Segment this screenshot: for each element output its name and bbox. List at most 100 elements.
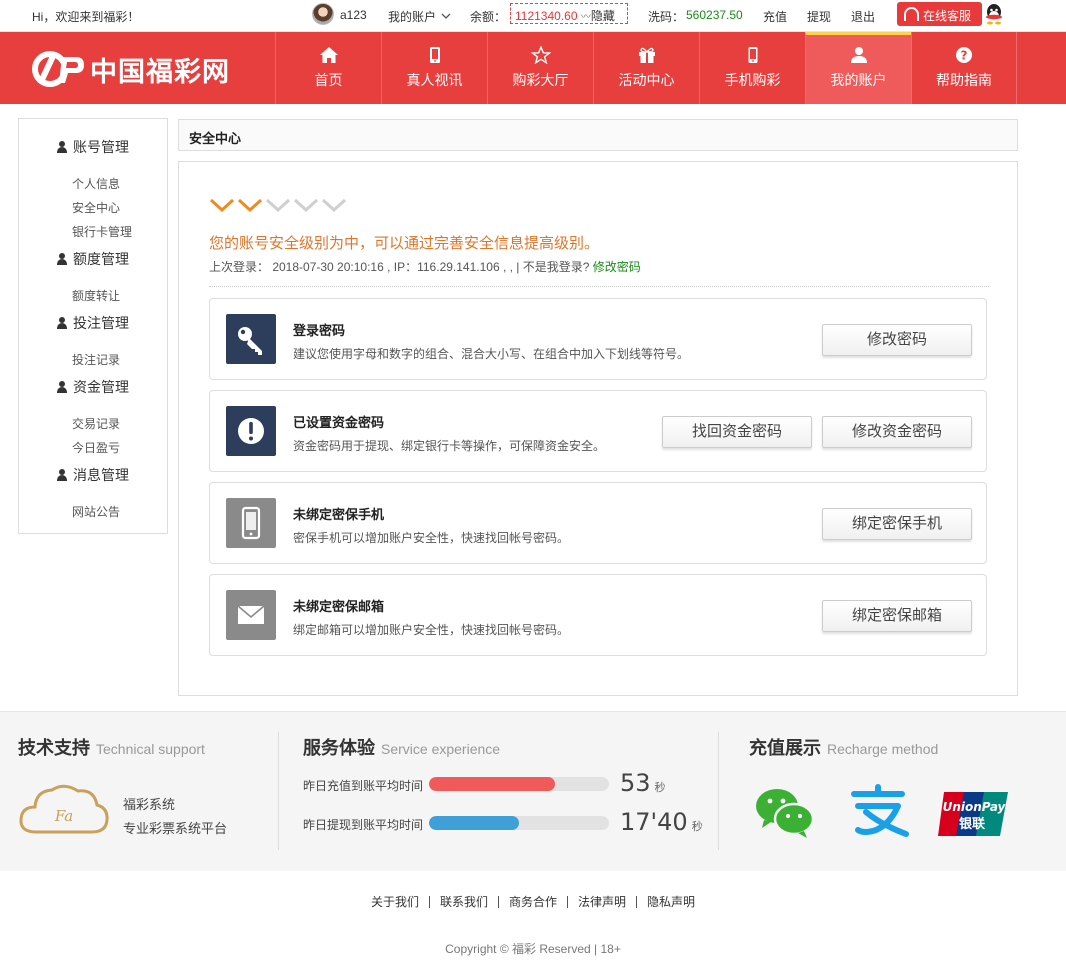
change-password-link[interactable]: 修改密码: [593, 260, 641, 274]
recharge-time-fill: [429, 777, 555, 791]
sidebar-group-label: 额度管理: [73, 251, 129, 267]
sidebar-item-today-pnl[interactable]: 今日盈亏: [72, 439, 120, 456]
help-icon: ?: [956, 47, 972, 63]
logo-text: 中国福彩网: [90, 56, 230, 88]
sidebar-group-account[interactable]: 账号管理: [57, 137, 129, 157]
bind-security-email-button[interactable]: 绑定密保邮箱: [822, 600, 972, 632]
service-title: 服务体验 Service experience: [303, 734, 500, 760]
gift-icon: [638, 47, 655, 63]
security-panel: 您的账号安全级别为中，可以通过完善安全信息提高级别。 上次登录： 2018-07…: [178, 161, 1018, 696]
security-level-text: 您的账号安全级别为中，可以通过完善安全信息提高级别。: [209, 235, 600, 252]
divider: [718, 732, 719, 850]
sidebar-item-announcements[interactable]: 网站公告: [72, 503, 120, 520]
sidebar-item-personal-info[interactable]: 个人信息: [72, 175, 120, 192]
tech-support-title: 技术支持 Technical support: [18, 734, 205, 760]
nav-mobile-lottery[interactable]: 手机购彩: [699, 32, 805, 104]
user-icon: [57, 141, 67, 153]
service-heading: 服务体验: [303, 738, 375, 758]
footer-link-legal[interactable]: 法律声明: [568, 896, 638, 908]
my-account-label: 我的账户: [388, 10, 437, 24]
sidebar-item-quota-transfer[interactable]: 额度转让: [72, 287, 120, 304]
recharge-methods-heading: 充值展示: [749, 738, 821, 758]
footer-info-band: 技术支持 Technical support Fa 福彩系统 专业彩票系统平台 服…: [0, 711, 1066, 871]
login-password-card: 登录密码 建议您使用字母和数字的组合、混合大小写、在组合中加入下划线等符号。 修…: [209, 298, 987, 380]
sidebar-group-messages[interactable]: 消息管理: [57, 465, 129, 485]
withdraw-time-fill: [429, 816, 519, 830]
sidebar-item-transactions[interactable]: 交易记录: [72, 415, 120, 432]
tablet-icon: [429, 47, 440, 63]
avatar[interactable]: [312, 3, 334, 25]
key-icon: [226, 314, 276, 364]
nav-label: 我的账户: [830, 72, 887, 88]
sidebar-item-bank-cards[interactable]: 银行卡管理: [72, 223, 132, 240]
sidebar-group-funds[interactable]: 资金管理: [57, 377, 129, 397]
level-chevron-empty: [265, 198, 291, 212]
recharge-link[interactable]: 充值: [763, 8, 787, 25]
nav-label: 真人视讯: [406, 72, 463, 88]
withdraw-time-label: 昨日提现到账平均时间: [303, 818, 424, 832]
alipay-icon: [851, 784, 909, 837]
balance-label: 余额：: [470, 10, 507, 24]
recharge-time-label: 昨日充值到账平均时间: [303, 779, 424, 793]
nav-activity-center[interactable]: 活动中心: [593, 32, 699, 104]
unit: 秒: [654, 781, 666, 794]
logo-mark-icon: [32, 51, 84, 87]
mail-icon: [226, 590, 276, 640]
card-title: 未绑定密保手机: [293, 507, 385, 522]
recover-fund-password-button[interactable]: 找回资金密码: [662, 416, 812, 448]
change-login-password-button[interactable]: 修改密码: [822, 324, 972, 356]
card-desc: 绑定邮箱可以增加账户安全性，快速找回帐号密码。: [293, 623, 570, 637]
last-login-info: 上次登录： 2018-07-30 20:10:16 , IP：116.29.14…: [209, 258, 641, 275]
withdraw-time-value: 17'40 秒: [620, 808, 703, 836]
sidebar-group-label: 投注管理: [73, 315, 129, 331]
tech-support-heading: 技术支持: [18, 738, 90, 758]
nav-live-video[interactable]: 真人视讯: [381, 32, 487, 104]
phone-icon: [748, 47, 757, 63]
level-chevron-filled: [237, 198, 263, 212]
withdraw-link[interactable]: 提现: [807, 8, 831, 25]
nav-home[interactable]: 首页: [275, 32, 381, 104]
nav-label: 帮助指南: [936, 72, 992, 88]
copyright: Copyright © 福彩 Reserved | 18+: [445, 942, 621, 956]
footer-link-business[interactable]: 商务合作: [499, 896, 568, 908]
wash-label: 洗码：: [648, 10, 685, 24]
nav-help-guide[interactable]: ? 帮助指南: [911, 32, 1017, 104]
sidebar-group-label: 消息管理: [73, 467, 129, 483]
nav-my-account[interactable]: 我的账户: [805, 32, 911, 104]
qq-icon[interactable]: [984, 3, 1004, 25]
username[interactable]: a123: [340, 8, 367, 22]
security-email-card: 未绑定密保邮箱 绑定邮箱可以增加账户安全性，快速找回帐号密码。 绑定密保邮箱: [209, 574, 987, 656]
balance-box: 1121340.60 〰隐藏: [510, 3, 628, 24]
mobile-icon: [226, 498, 276, 548]
recharge-time-value: 53 秒: [620, 769, 666, 797]
cloud-logo-text: Fa: [54, 807, 73, 825]
recharge-methods-title: 充值展示 Recharge method: [749, 734, 938, 760]
sidebar-group-betting[interactable]: 投注管理: [57, 313, 129, 333]
bind-security-phone-button[interactable]: 绑定密保手机: [822, 508, 972, 540]
footer-links: 关于我们 联系我们 商务合作 法律声明 隐私声明: [0, 895, 1066, 909]
change-fund-password-button[interactable]: 修改资金密码: [822, 416, 972, 448]
logout-link[interactable]: 退出: [851, 8, 875, 25]
main-header: 中国福彩网 首页 真人视讯 购彩大厅 活动中心 手机购彩 我的账户 ? 帮助指南: [0, 32, 1066, 104]
sidebar-group-quota[interactable]: 额度管理: [57, 249, 129, 269]
sidebar-item-bet-records[interactable]: 投注记录: [72, 351, 120, 368]
level-chevron-filled: [209, 198, 235, 212]
svg-text:?: ?: [961, 49, 968, 63]
last-login-text: 上次登录： 2018-07-30 20:10:16 , IP：116.29.14…: [209, 260, 590, 274]
sidebar-item-security-center[interactable]: 安全中心: [72, 199, 120, 216]
home-icon: [319, 47, 338, 63]
nav-lottery-hall[interactable]: 购彩大厅: [487, 32, 593, 104]
hide-balance-button[interactable]: 〰隐藏: [581, 9, 615, 23]
card-desc: 建议您使用字母和数字的组合、混合大小写、在组合中加入下划线等符号。: [293, 347, 690, 361]
service-en: Service experience: [381, 741, 501, 757]
cloud-logo-icon: Fa: [19, 784, 109, 834]
unionpay-cn-text: 银联: [959, 816, 985, 832]
unit: 秒: [691, 820, 703, 833]
footer-link-contact[interactable]: 联系我们: [430, 896, 499, 908]
footer-link-about[interactable]: 关于我们: [361, 896, 430, 908]
divider: [209, 286, 989, 287]
site-logo[interactable]: 中国福彩网: [32, 49, 230, 89]
my-account-menu[interactable]: 我的账户: [388, 8, 451, 25]
footer-link-privacy[interactable]: 隐私声明: [637, 896, 705, 908]
online-service-button[interactable]: 在线客服: [897, 2, 982, 26]
